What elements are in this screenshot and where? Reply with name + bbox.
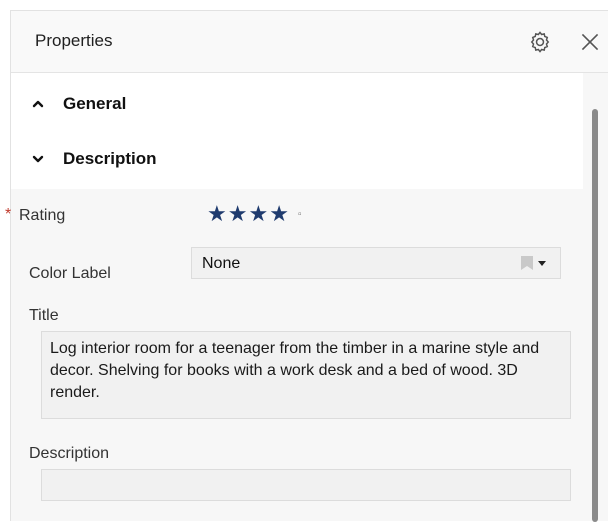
scrollbar-thumb[interactable]	[592, 109, 598, 522]
section-headers: General Description	[11, 73, 583, 189]
close-icon[interactable]	[577, 29, 603, 55]
star-4[interactable]: ★	[269, 202, 289, 226]
title-textarea[interactable]: Log interior room for a teenager from th…	[41, 331, 571, 419]
section-description[interactable]: Description	[31, 144, 157, 174]
color-label-value: None	[202, 255, 241, 272]
star-1[interactable]: ★	[207, 202, 227, 226]
chevron-down-icon	[32, 155, 44, 163]
properties-panel: Properties General Description * Rating …	[5, 10, 608, 522]
vertical-scrollbar[interactable]	[589, 91, 601, 522]
required-marker: *	[5, 206, 12, 223]
panel-header: Properties	[11, 11, 608, 73]
rating-label: Rating	[19, 207, 66, 224]
rating-stars[interactable]: ★ ★ ★ ★ ▫	[207, 202, 301, 226]
bookmark-icon	[521, 256, 533, 270]
section-general[interactable]: General	[31, 89, 126, 119]
color-label-label: Color Label	[29, 265, 111, 282]
chevron-up-icon	[32, 100, 44, 108]
star-5-empty[interactable]: ▫	[298, 209, 302, 220]
star-2[interactable]: ★	[228, 202, 248, 226]
color-label-select[interactable]: None	[191, 247, 561, 279]
title-label: Title	[29, 307, 59, 324]
description-label: Description	[29, 445, 110, 462]
star-3[interactable]: ★	[248, 202, 268, 226]
section-description-label: Description	[63, 149, 157, 168]
description-textarea[interactable]	[41, 469, 571, 501]
section-general-label: General	[63, 94, 127, 113]
chevron-down-icon	[538, 261, 546, 266]
gear-icon[interactable]	[527, 29, 553, 55]
panel-title: Properties	[35, 31, 113, 50]
